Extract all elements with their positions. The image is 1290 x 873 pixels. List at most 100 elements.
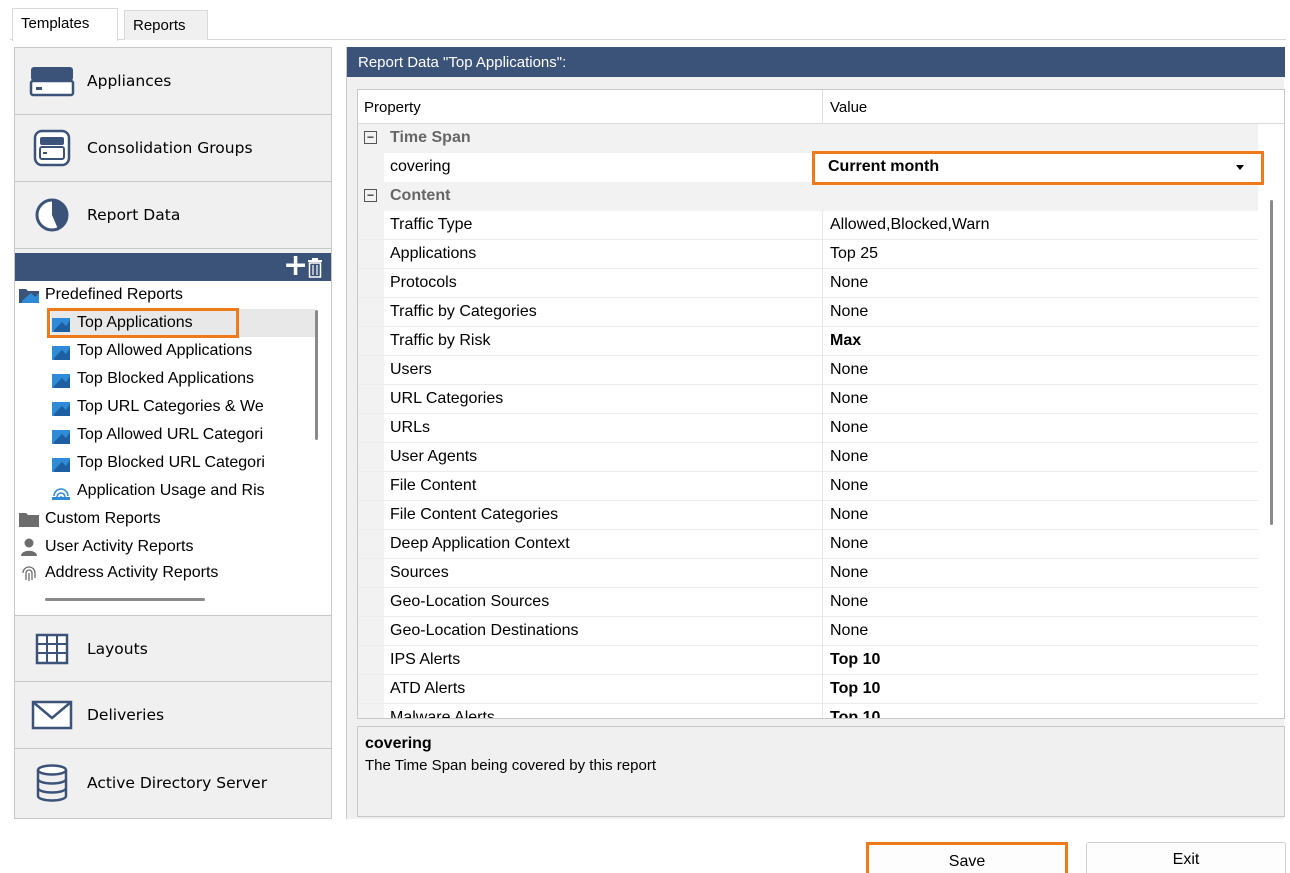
tree-item-top-allowed-applications[interactable]: Top Allowed Applications bbox=[51, 337, 252, 365]
property-value[interactable]: None bbox=[830, 535, 868, 553]
property-row[interactable]: Traffic by Risk Max bbox=[358, 327, 1258, 356]
tree-horizontal-scrollbar[interactable] bbox=[45, 598, 205, 601]
report-icon bbox=[51, 397, 71, 417]
property-label: Applications bbox=[390, 245, 477, 262]
trash-icon[interactable] bbox=[307, 258, 323, 278]
nav-consolidation-groups-button[interactable]: Consolidation Groups bbox=[15, 115, 331, 182]
property-value[interactable]: None bbox=[830, 506, 868, 524]
tree-item-top-allowed-url-categories[interactable]: Top Allowed URL Categori bbox=[51, 421, 263, 449]
property-value[interactable]: None bbox=[830, 564, 868, 582]
property-label: Malware Alerts bbox=[390, 709, 495, 719]
property-row[interactable]: Malware Alerts Top 10 bbox=[358, 704, 1258, 719]
tree-item-predefined-reports[interactable]: Predefined Reports bbox=[19, 281, 183, 309]
property-value[interactable]: None bbox=[830, 419, 868, 437]
cell-separator bbox=[822, 472, 823, 501]
grid-vertical-scrollbar[interactable] bbox=[1270, 200, 1273, 525]
nav-layouts-button[interactable]: Layouts bbox=[15, 615, 331, 682]
property-label: User Agents bbox=[390, 448, 478, 465]
tree-label: Top Allowed URL Categori bbox=[77, 426, 264, 443]
cell-separator bbox=[822, 646, 823, 675]
property-row[interactable]: File Content None bbox=[358, 472, 1258, 501]
tree-item-application-usage-and-risk[interactable]: Application Usage and Ris bbox=[51, 477, 265, 505]
tree-item-custom-reports[interactable]: Custom Reports bbox=[19, 505, 161, 533]
property-row[interactable]: Sources None bbox=[358, 559, 1258, 588]
tree-label: Address Activity Reports bbox=[45, 564, 219, 581]
property-label: URL Categories bbox=[390, 390, 504, 407]
property-label: ATD Alerts bbox=[390, 680, 466, 697]
property-label: Traffic by Risk bbox=[390, 332, 491, 349]
nav-appliances-button[interactable]: Appliances bbox=[15, 48, 331, 115]
property-row[interactable]: Deep Application Context None bbox=[358, 530, 1258, 559]
property-row[interactable]: Applications Top 25 bbox=[358, 240, 1258, 269]
cell-separator bbox=[822, 675, 823, 704]
nav-deliveries-button[interactable]: Deliveries bbox=[15, 682, 331, 749]
property-row[interactable]: File Content Categories None bbox=[358, 501, 1258, 530]
property-label: Users bbox=[390, 361, 432, 378]
property-value[interactable]: Top 10 bbox=[830, 680, 880, 698]
cell-separator bbox=[822, 704, 823, 718]
tree-label: Predefined Reports bbox=[45, 286, 183, 303]
property-value[interactable]: Allowed,Blocked,Warn bbox=[830, 216, 989, 234]
description-box: covering The Time Span being covered by … bbox=[357, 726, 1285, 817]
tree-item-top-blocked-applications[interactable]: Top Blocked Applications bbox=[51, 365, 254, 393]
folder-icon bbox=[19, 285, 39, 305]
tree-vertical-scrollbar[interactable] bbox=[315, 310, 318, 440]
cell-separator bbox=[822, 327, 823, 356]
save-button[interactable]: Save bbox=[866, 842, 1068, 873]
property-value[interactable]: Max bbox=[830, 332, 861, 350]
property-row[interactable]: Geo-Location Sources None bbox=[358, 588, 1258, 617]
property-value[interactable]: None bbox=[830, 274, 868, 292]
nav-appliances-label: Appliances bbox=[87, 72, 172, 90]
report-icon bbox=[51, 369, 71, 389]
collapse-icon[interactable]: − bbox=[364, 189, 377, 202]
cell-separator bbox=[822, 269, 823, 298]
property-row[interactable]: Traffic by Categories None bbox=[358, 298, 1258, 327]
column-header-property[interactable]: Property bbox=[358, 90, 421, 124]
property-row[interactable]: URLs None bbox=[358, 414, 1258, 443]
property-row[interactable]: Traffic Type Allowed,Blocked,Warn bbox=[358, 211, 1258, 240]
property-value[interactable]: None bbox=[830, 303, 868, 321]
nav-report-data-button[interactable]: Report Data bbox=[15, 182, 331, 249]
property-value[interactable]: None bbox=[830, 622, 868, 640]
property-value[interactable]: Top 25 bbox=[830, 245, 878, 263]
description-text: The Time Span being covered by this repo… bbox=[365, 757, 656, 774]
cell-separator bbox=[822, 530, 823, 559]
tree-item-top-blocked-url-categories[interactable]: Top Blocked URL Categori bbox=[51, 449, 265, 477]
tree-label: Top Blocked URL Categori bbox=[77, 454, 265, 471]
column-header-value[interactable]: Value bbox=[824, 90, 867, 124]
property-row[interactable]: User Agents None bbox=[358, 443, 1258, 472]
panel-title: Report Data "Top Applications": bbox=[347, 47, 1285, 77]
user-icon bbox=[19, 537, 39, 557]
tree-label: User Activity Reports bbox=[45, 538, 194, 555]
property-row[interactable]: Geo-Location Destinations None bbox=[358, 617, 1258, 646]
property-value[interactable]: None bbox=[830, 448, 868, 466]
tree-item-user-activity-reports[interactable]: User Activity Reports bbox=[19, 533, 193, 561]
collapse-icon[interactable]: − bbox=[364, 131, 377, 144]
cell-separator bbox=[822, 240, 823, 269]
property-value[interactable]: None bbox=[830, 361, 868, 379]
exit-button[interactable]: Exit bbox=[1086, 842, 1286, 873]
property-value[interactable]: Top 10 bbox=[830, 651, 880, 669]
property-row[interactable]: URL Categories None bbox=[358, 385, 1258, 414]
add-icon[interactable]: + bbox=[283, 250, 308, 282]
tree-item-top-url-categories[interactable]: Top URL Categories & We bbox=[51, 393, 264, 421]
nav-active-directory-button[interactable]: Active Directory Server bbox=[15, 749, 331, 816]
property-row[interactable]: Protocols None bbox=[358, 269, 1258, 298]
tab-reports[interactable]: Reports bbox=[124, 10, 208, 40]
property-value[interactable]: None bbox=[830, 477, 868, 495]
property-row[interactable]: IPS Alerts Top 10 bbox=[358, 646, 1258, 675]
property-value[interactable]: Top 10 bbox=[830, 709, 880, 718]
property-value[interactable]: None bbox=[830, 593, 868, 611]
cell-separator bbox=[822, 588, 823, 617]
property-row[interactable]: Users None bbox=[358, 356, 1258, 385]
folder-icon bbox=[19, 509, 39, 529]
database-icon bbox=[27, 762, 77, 804]
tree-item-address-activity-reports[interactable]: Address Activity Reports bbox=[19, 559, 218, 587]
tab-templates[interactable]: Templates bbox=[12, 8, 118, 41]
property-row[interactable]: ATD Alerts Top 10 bbox=[358, 675, 1258, 704]
consolidation-group-icon bbox=[27, 127, 77, 169]
pie-chart-icon bbox=[27, 194, 77, 236]
property-value[interactable]: None bbox=[830, 390, 868, 408]
tree-label: Application Usage and Ris bbox=[77, 482, 265, 499]
cell-separator bbox=[822, 385, 823, 414]
